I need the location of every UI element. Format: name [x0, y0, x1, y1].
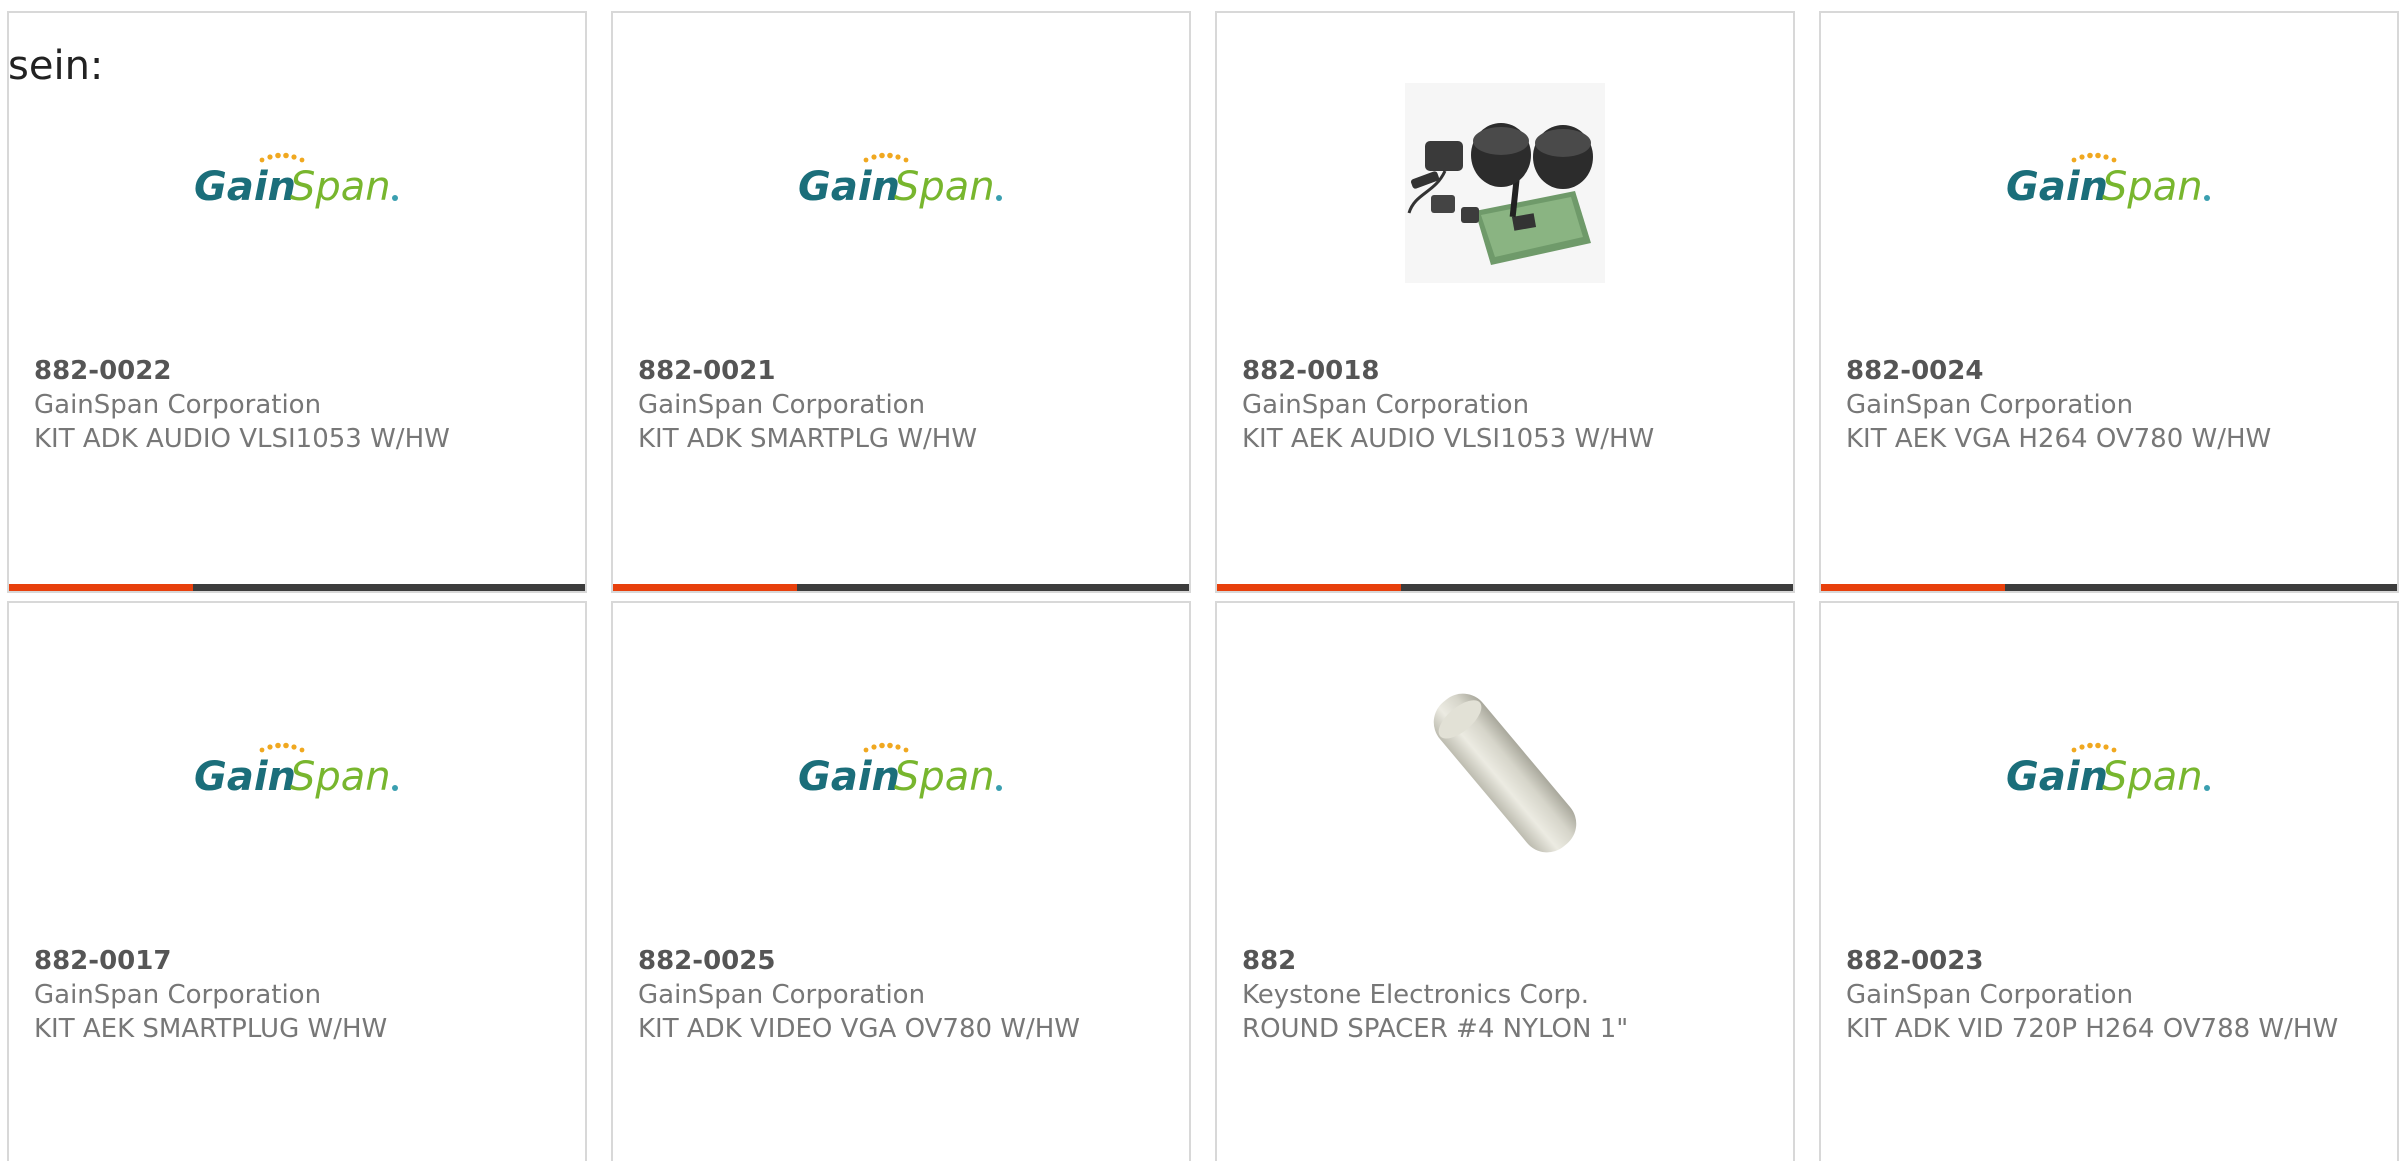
card-bar — [9, 584, 585, 591]
description: KIT ADK VID 720P H264 OV788 W/HW — [1846, 1014, 2339, 1044]
part-number[interactable]: 882 — [1242, 944, 1773, 978]
description: KIT AEK AUDIO VLSI1053 W/HW — [1242, 424, 1655, 454]
description: KIT ADK AUDIO VLSI1053 W/HW — [34, 424, 450, 454]
product-info: 882-0018 GainSpan Corporation KIT AEK AU… — [1242, 354, 1773, 456]
svg-text:Gain: Gain — [798, 164, 900, 210]
manufacturer: Keystone Electronics Corp. — [1242, 980, 1590, 1010]
manufacturer: GainSpan Corporation — [638, 980, 926, 1010]
card-bar-accent — [1821, 584, 2006, 591]
svg-text:Span: Span — [894, 754, 995, 800]
description: KIT ADK VIDEO VGA OV780 W/HW — [638, 1014, 1081, 1044]
card-bar-accent — [1217, 584, 1402, 591]
manufacturer: GainSpan Corporation — [1242, 390, 1530, 420]
gainspan-logo: Gain Span — [796, 148, 1006, 218]
svg-text:Span: Span — [2102, 754, 2203, 800]
part-number[interactable]: 882-0025 — [638, 944, 1169, 978]
product-image[interactable]: Gain Span — [613, 83, 1189, 283]
manufacturer: GainSpan Corporation — [1846, 390, 2134, 420]
product-image[interactable]: Gain Span — [9, 673, 585, 873]
product-card[interactable]: Gain Span 882-0021 GainSpan Corporation … — [611, 11, 1191, 593]
spacer-photo — [1405, 673, 1605, 873]
card-bar-accent — [613, 584, 798, 591]
svg-text:Span: Span — [894, 164, 995, 210]
product-info: 882-0024 GainSpan Corporation KIT AEK VG… — [1846, 354, 2377, 456]
intro-text: sein: — [8, 43, 104, 89]
card-bar — [1217, 584, 1793, 591]
product-card[interactable]: 882-0018 GainSpan Corporation KIT AEK AU… — [1215, 11, 1795, 593]
manufacturer: GainSpan Corporation — [1846, 980, 2134, 1010]
description: KIT AEK SMARTPLUG W/HW — [34, 1014, 388, 1044]
part-number[interactable]: 882-0024 — [1846, 354, 2377, 388]
svg-text:Gain: Gain — [2006, 754, 2108, 800]
product-info: 882 Keystone Electronics Corp. ROUND SPA… — [1242, 944, 1773, 1046]
svg-text:Gain: Gain — [798, 754, 900, 800]
product-card[interactable]: 882 Keystone Electronics Corp. ROUND SPA… — [1215, 601, 1795, 1161]
card-bar-accent — [9, 584, 194, 591]
product-grid-page: sein: Gain Span 882-0022 GainSpan Corpor… — [0, 0, 2400, 1161]
logo-span-text: Span — [290, 164, 391, 210]
svg-text:Gain: Gain — [2006, 164, 2108, 210]
part-number[interactable]: 882-0023 — [1846, 944, 2377, 978]
svg-text:Gain: Gain — [194, 754, 296, 800]
manufacturer: GainSpan Corporation — [34, 390, 322, 420]
svg-text:Span: Span — [2102, 164, 2203, 210]
description: KIT AEK VGA H264 OV780 W/HW — [1846, 424, 2272, 454]
gainspan-logo: Gain Span — [2004, 738, 2214, 808]
description: ROUND SPACER #4 NYLON 1" — [1242, 1014, 1629, 1044]
svg-text:Span: Span — [290, 754, 391, 800]
card-bar — [613, 584, 1189, 591]
product-card[interactable]: Gain Span 882-0017 GainSpan Corporation … — [7, 601, 587, 1161]
product-image[interactable]: Gain Span — [9, 83, 585, 283]
manufacturer: GainSpan Corporation — [638, 390, 926, 420]
product-card[interactable]: Gain Span 882-0025 GainSpan Corporation … — [611, 601, 1191, 1161]
product-info: 882-0021 GainSpan Corporation KIT ADK SM… — [638, 354, 1169, 456]
product-image[interactable]: Gain Span — [1821, 83, 2397, 283]
part-number[interactable]: 882-0017 — [34, 944, 565, 978]
part-number[interactable]: 882-0018 — [1242, 354, 1773, 388]
product-info: 882-0025 GainSpan Corporation KIT ADK VI… — [638, 944, 1169, 1046]
part-number[interactable]: 882-0021 — [638, 354, 1169, 388]
logo-dots — [259, 152, 305, 163]
product-image[interactable]: Gain Span — [613, 673, 1189, 873]
product-card[interactable]: Gain Span 882-0022 GainSpan Corporation … — [7, 11, 587, 593]
kit-photo — [1405, 83, 1605, 283]
product-image[interactable] — [1217, 83, 1793, 283]
card-bar — [1821, 584, 2397, 591]
part-number[interactable]: 882-0022 — [34, 354, 565, 388]
product-card[interactable]: Gain Span 882-0023 GainSpan Corporation … — [1819, 601, 2399, 1161]
gainspan-logo: Gain Span — [796, 738, 1006, 808]
logo-gain-text: Gain — [194, 164, 296, 210]
gainspan-logo: Gain Span — [192, 148, 402, 218]
product-card[interactable]: Gain Span 882-0024 GainSpan Corporation … — [1819, 11, 2399, 593]
product-image[interactable] — [1217, 673, 1793, 873]
description: KIT ADK SMARTPLG W/HW — [638, 424, 978, 454]
product-info: 882-0022 GainSpan Corporation KIT ADK AU… — [34, 354, 565, 456]
product-info: 882-0023 GainSpan Corporation KIT ADK VI… — [1846, 944, 2377, 1046]
product-info: 882-0017 GainSpan Corporation KIT AEK SM… — [34, 944, 565, 1046]
gainspan-logo: Gain Span — [2004, 148, 2214, 218]
manufacturer: GainSpan Corporation — [34, 980, 322, 1010]
product-image[interactable]: Gain Span — [1821, 673, 2397, 873]
gainspan-logo: Gain Span — [192, 738, 402, 808]
